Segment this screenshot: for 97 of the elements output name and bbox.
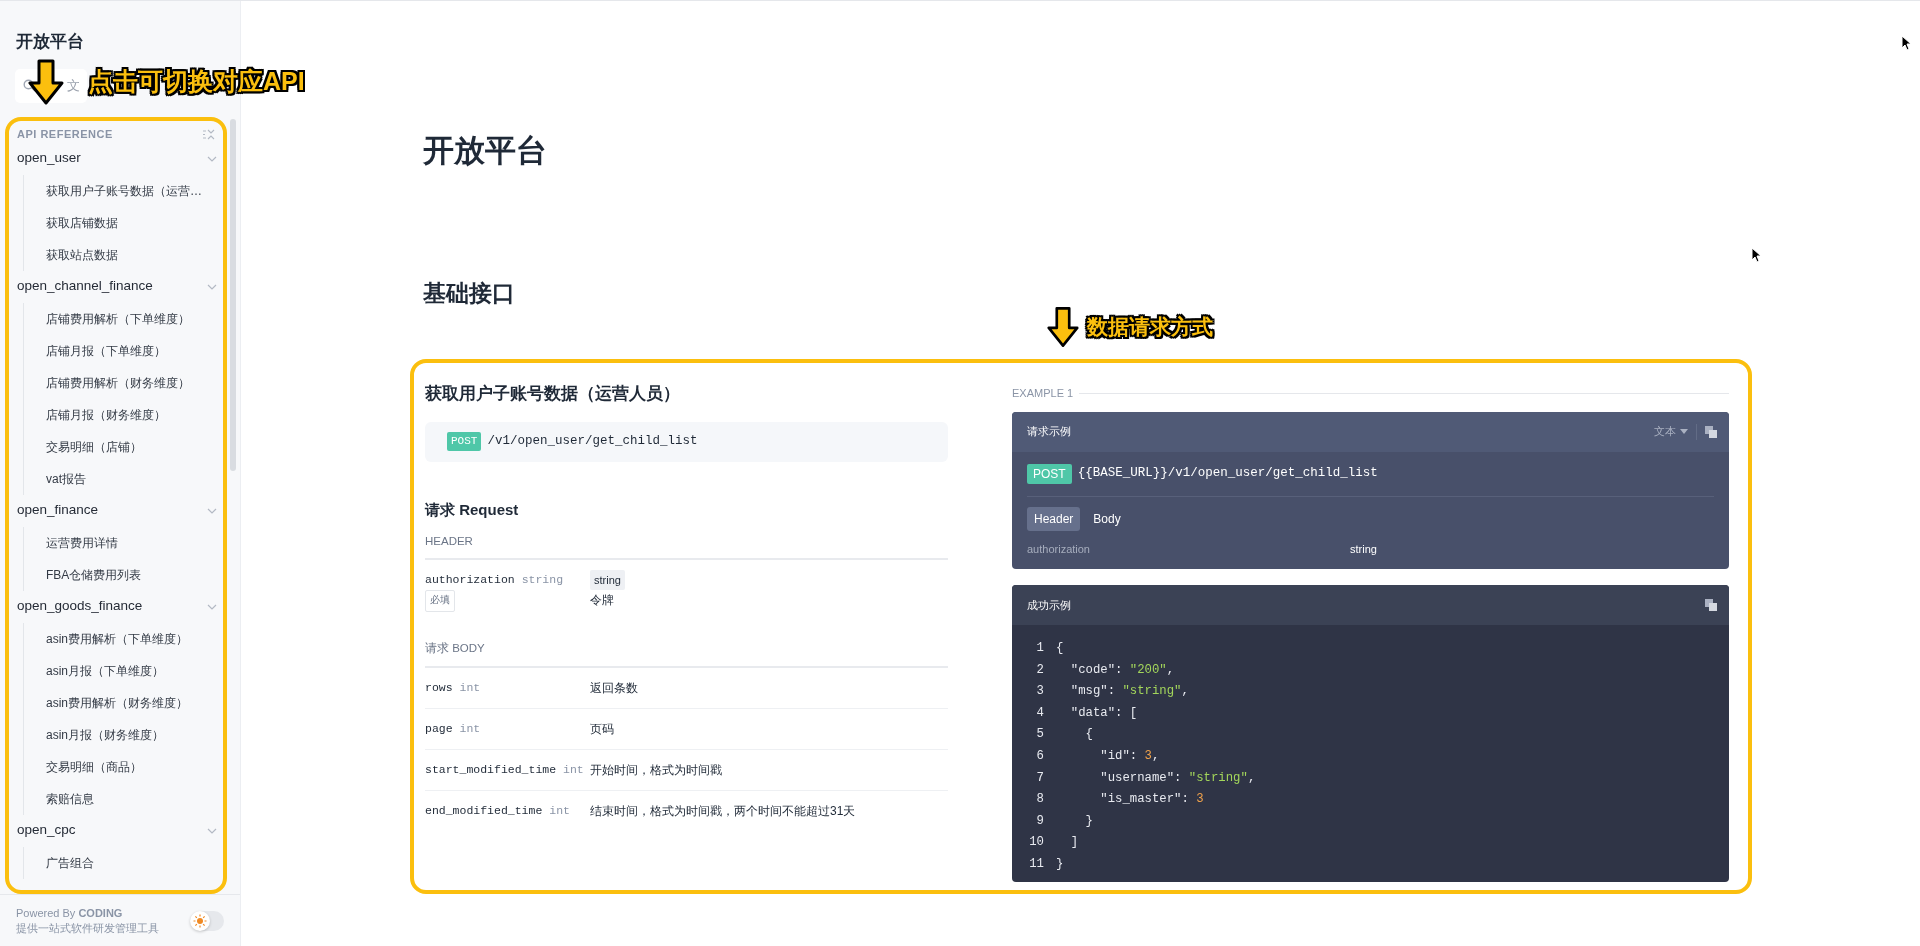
- tab[interactable]: Body: [1086, 506, 1128, 531]
- cursor-icon: [1751, 247, 1762, 263]
- caret-icon: [1680, 429, 1688, 434]
- nav-item[interactable]: asin费用解析（下单维度）: [24, 622, 223, 655]
- tab[interactable]: Header: [1027, 506, 1081, 531]
- param-type: int: [563, 762, 584, 776]
- nav-item[interactable]: FBA仓储费用列表: [24, 558, 223, 591]
- copy-icon[interactable]: [1705, 599, 1717, 611]
- endpoint-path: /v1/open_user/get_child_list: [487, 433, 698, 451]
- param-value: string: [1350, 541, 1377, 557]
- line-number: 6: [1035, 747, 1045, 765]
- nav-item[interactable]: 交易明细（店铺）: [24, 430, 223, 463]
- method-tag: POST: [1027, 463, 1072, 484]
- code-line: "code": "200",: [1069, 661, 1175, 679]
- param-description: 令牌: [590, 592, 615, 610]
- code-line: "is_master": 3: [1099, 791, 1204, 809]
- param-name: start_modified_time: [425, 762, 557, 776]
- line-number: 8: [1035, 791, 1045, 809]
- code-line: {: [1084, 726, 1093, 744]
- nav-item[interactable]: 交易明细（商品）: [24, 750, 223, 783]
- param-name: rows: [425, 680, 453, 694]
- line-number: 2: [1035, 661, 1045, 679]
- endpoint-title: 获取用户子账号数据（运营人员）: [425, 383, 681, 405]
- param-type: int: [459, 721, 481, 735]
- request-url: {{BASE_URL}}/v1/open_user/get_child_list: [1077, 465, 1378, 483]
- nav-item[interactable]: 店铺费用解析（下单维度）: [24, 302, 223, 335]
- nav-item[interactable]: 店铺费用解析（财务维度）: [24, 366, 223, 399]
- code-line: "username": "string",: [1099, 769, 1256, 787]
- section-label: API REFERENCE: [17, 127, 113, 143]
- param-name: authorization: [425, 573, 515, 587]
- required-tag: 必填: [425, 590, 455, 613]
- scrollbar[interactable]: [230, 119, 236, 471]
- nav-group[interactable]: open_finance: [9, 494, 223, 527]
- nav-item[interactable]: 获取用户子账号数据（运营…: [24, 174, 223, 207]
- sun-icon: [193, 913, 207, 928]
- code-line: ]: [1069, 834, 1079, 852]
- card-title: 成功示例: [1027, 597, 1071, 613]
- nav-group[interactable]: open_user: [9, 142, 223, 175]
- down-arrow-icon: [28, 59, 64, 105]
- card-title: 请求示例: [1027, 424, 1071, 440]
- code-line: }: [1084, 812, 1093, 830]
- code-line: }: [1056, 855, 1064, 873]
- code-line: "id": 3,: [1099, 747, 1160, 765]
- collapse-all-icon[interactable]: [202, 128, 215, 141]
- line-number: 1: [1035, 640, 1045, 657]
- line-number: 4: [1035, 704, 1045, 722]
- nav-item[interactable]: 运营费用详情: [24, 526, 223, 559]
- nav-item[interactable]: asin月报（下单维度）: [24, 654, 223, 687]
- line-number: 5: [1035, 726, 1045, 744]
- page-title: 开放平台: [423, 132, 548, 170]
- theme-toggle[interactable]: [190, 910, 224, 931]
- nav-item[interactable]: 广告组合: [24, 846, 223, 879]
- nav-group[interactable]: open_goods_finance: [9, 590, 223, 623]
- request-heading: 请求 Request: [425, 499, 520, 520]
- param-type: int: [459, 680, 481, 694]
- line-number: 3: [1035, 683, 1045, 701]
- line-number: 10: [1028, 834, 1045, 852]
- param-description: 返回条数: [590, 680, 638, 695]
- nav-item[interactable]: 店铺月报（下单维度）: [24, 334, 223, 367]
- annotation-text: 数据请求方式: [1087, 314, 1213, 341]
- code-line: "msg": "string",: [1069, 683, 1189, 701]
- search-input[interactable]: 文: [67, 75, 85, 96]
- down-arrow-icon: [1047, 306, 1079, 348]
- section-title: 基础接口: [423, 278, 516, 308]
- param-type: int: [549, 803, 570, 817]
- tagline: 提供一站式软件研发管理工具: [16, 920, 159, 935]
- cursor-icon: [1901, 35, 1912, 51]
- param-description: 结束时间，格式为时间戳，两个时间不能超过31天: [590, 803, 856, 818]
- nav-item[interactable]: 获取站点数据: [24, 238, 223, 271]
- param-name: page: [425, 721, 453, 735]
- header-label: HEADER: [425, 533, 948, 561]
- copy-icon[interactable]: [1705, 425, 1717, 438]
- code-line: "data": [: [1069, 704, 1138, 722]
- param-type: string: [521, 573, 564, 587]
- line-number: 7: [1035, 769, 1045, 787]
- method-tag: POST: [447, 432, 482, 451]
- example-label: EXAMPLE 1: [1012, 386, 1074, 401]
- param-description: 开始时间，格式为时间戳: [590, 762, 722, 777]
- nav-item[interactable]: 获取店铺数据: [24, 206, 223, 239]
- nav-group[interactable]: open_cpc: [9, 814, 223, 847]
- nav-item[interactable]: asin月报（财务维度）: [24, 718, 223, 751]
- line-number: 11: [1028, 855, 1045, 873]
- annotation-text: 点击可切换对应API: [88, 66, 305, 98]
- nav-group[interactable]: open_channel_finance: [9, 270, 223, 303]
- line-number: 9: [1035, 812, 1045, 830]
- nav-item[interactable]: asin费用解析（财务维度）: [24, 686, 223, 719]
- param-description: 页码: [590, 721, 614, 736]
- powered-by-text: Powered By CODING: [16, 906, 124, 921]
- param-name: authorization: [1027, 541, 1091, 557]
- param-name: end_modified_time: [425, 803, 543, 817]
- nav-item[interactable]: 索赔信息: [24, 782, 223, 815]
- nav-item[interactable]: vat报告: [24, 462, 223, 495]
- sidebar-title: 开放平台: [16, 31, 85, 53]
- body-label: 请求 BODY: [425, 640, 948, 668]
- type-tag: string: [590, 570, 625, 591]
- nav-item[interactable]: 店铺月报（财务维度）: [24, 398, 223, 431]
- code-line: {: [1056, 640, 1064, 657]
